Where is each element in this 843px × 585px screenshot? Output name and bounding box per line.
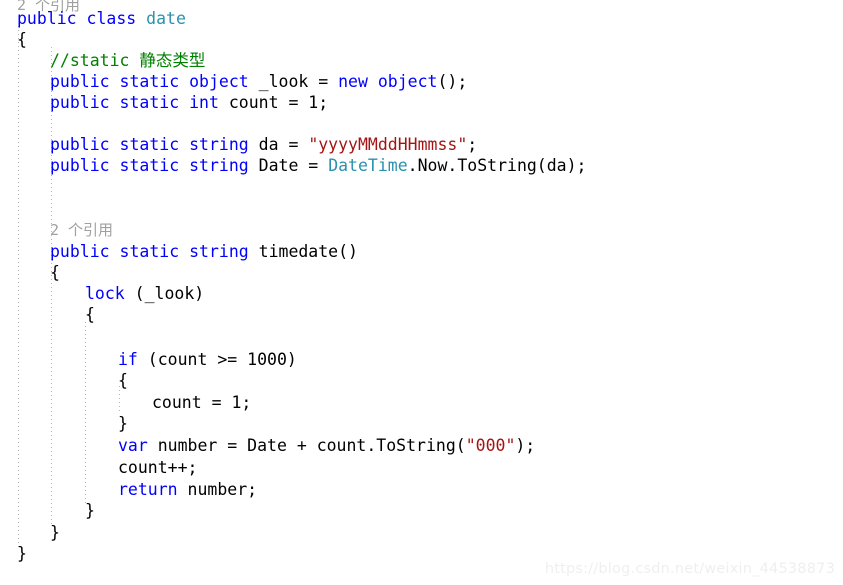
token-kw: string — [189, 135, 249, 154]
code-line[interactable]: public static object _look = new object(… — [0, 71, 467, 92]
token-kw: static — [119, 242, 180, 261]
token-pln: (_look) — [124, 284, 205, 303]
token-pln — [179, 156, 189, 175]
token-kw: public — [50, 156, 110, 175]
code-line[interactable]: public static string da = "yyyyMMddHHmms… — [0, 134, 477, 155]
token-kw: if — [118, 350, 138, 369]
token-pln — [110, 135, 120, 154]
token-pln: .Now.ToString(da); — [407, 156, 587, 175]
code-line[interactable]: public class date — [0, 8, 186, 29]
token-cmt: //static 静态类型 — [50, 51, 206, 70]
token-pln: count = 1; — [152, 393, 252, 412]
token-kw: public — [50, 242, 110, 261]
token-pln — [179, 72, 189, 91]
token-typ: date — [146, 9, 186, 28]
csdn-blog-watermark: https://blog.csdn.net/weixin_44538873 — [544, 561, 835, 577]
token-kw: public — [17, 9, 77, 28]
token-kw: lock — [85, 284, 125, 303]
token-pln: { — [50, 263, 60, 282]
token-pln: timedate() — [248, 242, 358, 261]
token-str: "yyyyMMddHHmmss" — [308, 135, 468, 154]
token-kw: string — [189, 242, 249, 261]
code-line[interactable]: } — [0, 522, 60, 543]
token-kw: public — [50, 93, 110, 112]
token-pln: ; — [467, 135, 478, 154]
token-pln: ); — [515, 436, 536, 455]
token-pln — [110, 72, 120, 91]
token-pln: { — [118, 371, 128, 390]
code-line[interactable]: public static string timedate() — [0, 241, 358, 262]
token-pln: { — [85, 305, 95, 324]
token-typ: DateTime — [328, 156, 408, 175]
token-kw: static — [119, 156, 180, 175]
code-line[interactable]: if (count >= 1000) — [0, 349, 297, 370]
token-pln: number; — [177, 480, 258, 499]
token-pln: Date = — [248, 156, 329, 175]
code-line[interactable] — [0, 113, 50, 134]
token-pln: } — [50, 523, 60, 542]
token-pln: { — [17, 30, 27, 49]
token-str: "000" — [465, 436, 516, 455]
code-line[interactable]: { — [0, 304, 95, 325]
token-pln: } — [118, 414, 128, 433]
token-pln — [136, 9, 146, 28]
token-pln — [110, 242, 120, 261]
token-pln — [179, 93, 189, 112]
token-pln — [179, 135, 189, 154]
code-line[interactable]: } — [0, 543, 27, 564]
token-pln: } — [85, 501, 95, 520]
code-line[interactable] — [0, 325, 118, 346]
token-pln: da = — [248, 135, 309, 154]
token-pln: _look = — [248, 72, 339, 91]
token-pln — [179, 242, 189, 261]
token-kw: object — [377, 72, 438, 91]
token-kw: new — [338, 72, 368, 91]
token-pln — [368, 72, 378, 91]
token-kw: int — [189, 93, 219, 112]
token-pln: count = 1; — [218, 93, 329, 112]
code-line[interactable]: { — [0, 370, 128, 391]
token-pln: (count >= 1000) — [137, 350, 297, 369]
code-line[interactable] — [0, 176, 50, 197]
code-line[interactable]: public static string Date = DateTime.Now… — [0, 155, 586, 176]
token-lens: 2 个引用 — [50, 221, 114, 239]
code-line[interactable]: return number; — [0, 479, 257, 500]
code-line[interactable]: { — [0, 29, 27, 50]
token-kw: static — [119, 93, 180, 112]
token-pln — [110, 156, 120, 175]
code-line[interactable]: { — [0, 262, 60, 283]
code-line[interactable]: 2 个引用 — [0, 219, 113, 240]
token-kw: static — [119, 135, 180, 154]
token-pln — [110, 93, 120, 112]
code-line[interactable]: lock (_look) — [0, 283, 204, 304]
code-line[interactable]: } — [0, 413, 128, 434]
token-kw: static — [119, 72, 180, 91]
code-editor-surface[interactable]: 2 个引用 public class date{//static 静态类型 publ… — [0, 0, 843, 585]
code-line[interactable]: } — [0, 500, 95, 521]
token-kw: var — [118, 436, 148, 455]
code-line[interactable]: count = 1; — [0, 392, 251, 413]
code-line[interactable]: //static 静态类型 — [0, 50, 205, 71]
token-pln: } — [17, 544, 27, 563]
token-pln: (); — [437, 72, 468, 91]
code-line[interactable]: var number = Date + count.ToString("000"… — [0, 435, 535, 456]
token-pln: number = Date + count.ToString( — [147, 436, 466, 455]
token-pln — [77, 9, 87, 28]
token-kw: string — [189, 156, 249, 175]
token-kw: return — [118, 480, 178, 499]
token-kw: object — [189, 72, 249, 91]
token-kw: public — [50, 72, 110, 91]
token-pln: count++; — [118, 458, 198, 477]
token-kw: class — [86, 9, 137, 28]
code-line[interactable]: count++; — [0, 457, 197, 478]
code-line[interactable]: public static int count = 1; — [0, 92, 328, 113]
code-line[interactable] — [0, 197, 50, 218]
token-kw: public — [50, 135, 110, 154]
